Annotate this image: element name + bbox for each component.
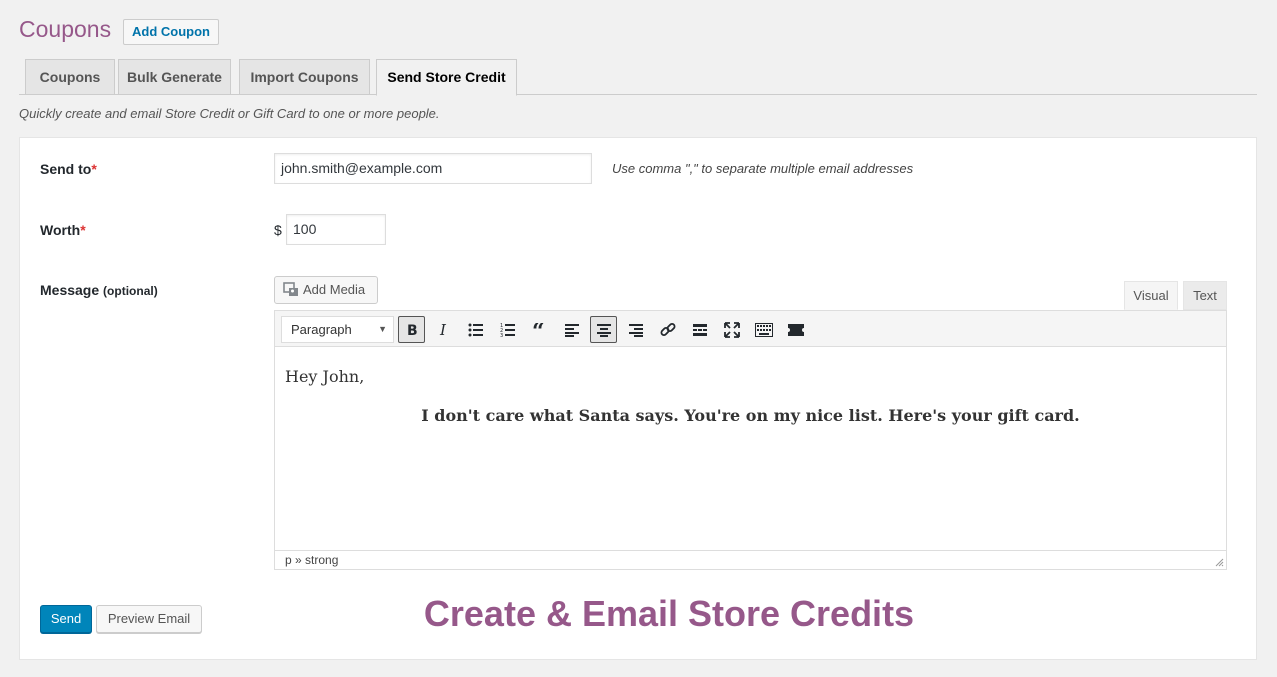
tab-coupons[interactable]: Coupons [25,59,115,95]
editor-toolbar: Paragraph ▼ B I 123 “ [274,310,1227,347]
currency-symbol: $ [274,222,282,238]
align-right-icon[interactable] [622,316,649,343]
send-to-label-text: Send to [40,161,92,177]
worth-label: Worth* [40,222,86,238]
message-label: Message (optional) [40,282,158,298]
add-coupon-button[interactable]: Add Coupon [123,19,219,45]
blockquote-icon[interactable]: “ [526,316,553,343]
svg-text:B: B [407,323,418,337]
message-body: I don't care what Santa says. You're on … [421,406,1080,425]
svg-text:I: I [439,323,447,337]
page-description: Quickly create and email Store Credit or… [19,106,440,121]
editor-path-bar: p » strong [274,550,1227,570]
optional-note: (optional) [103,284,158,298]
shortcode-icon[interactable] [782,316,809,343]
page-title: Coupons [19,16,112,42]
align-left-icon[interactable] [558,316,585,343]
tab-visual[interactable]: Visual [1124,281,1178,310]
bold-icon[interactable]: B [398,316,425,343]
tab-import-coupons[interactable]: Import Coupons [239,59,370,95]
store-credit-form: Send to* john.smith@example.com Use comm… [19,137,1257,660]
required-mark: * [91,161,97,177]
send-to-hint: Use comma "," to separate multiple email… [612,161,914,176]
tab-bulk-generate[interactable]: Bulk Generate [118,59,231,95]
link-icon[interactable] [654,316,681,343]
required-mark: * [80,222,86,238]
italic-icon[interactable]: I [430,316,457,343]
send-to-email-input[interactable]: john.smith@example.com [274,153,592,184]
svg-text:3: 3 [500,333,503,337]
format-select[interactable]: Paragraph ▼ [281,316,394,343]
align-center-icon[interactable] [590,316,617,343]
toolbar-toggle-icon[interactable] [750,316,777,343]
element-path: p » strong [285,553,339,567]
worth-label-text: Worth [40,222,81,238]
tab-send-store-credit[interactable]: Send Store Credit [376,59,517,96]
numbered-list-icon[interactable]: 123 [494,316,521,343]
fullscreen-icon[interactable] [718,316,745,343]
add-media-button[interactable]: Add Media [274,276,378,304]
format-select-value: Paragraph [291,322,352,337]
tab-text[interactable]: Text [1183,281,1227,310]
promo-heading: Create & Email Store Credits [423,593,915,634]
send-to-label: Send to* [40,161,97,177]
tab-bar: Coupons Bulk Generate Import Coupons Sen… [19,59,1257,96]
editor-content[interactable]: Hey John, I don't care what Santa says. … [274,347,1227,550]
media-icon [283,282,298,296]
bullet-list-icon[interactable] [462,316,489,343]
message-greeting: Hey John, [285,367,365,386]
message-label-text: Message [40,282,100,298]
resize-handle-icon[interactable] [1214,557,1224,567]
add-media-label: Add Media [303,282,366,297]
chevron-down-icon: ▼ [378,324,387,334]
read-more-icon[interactable] [686,316,713,343]
svg-text:“: “ [532,323,545,337]
worth-amount-input[interactable]: 100 [286,214,386,245]
